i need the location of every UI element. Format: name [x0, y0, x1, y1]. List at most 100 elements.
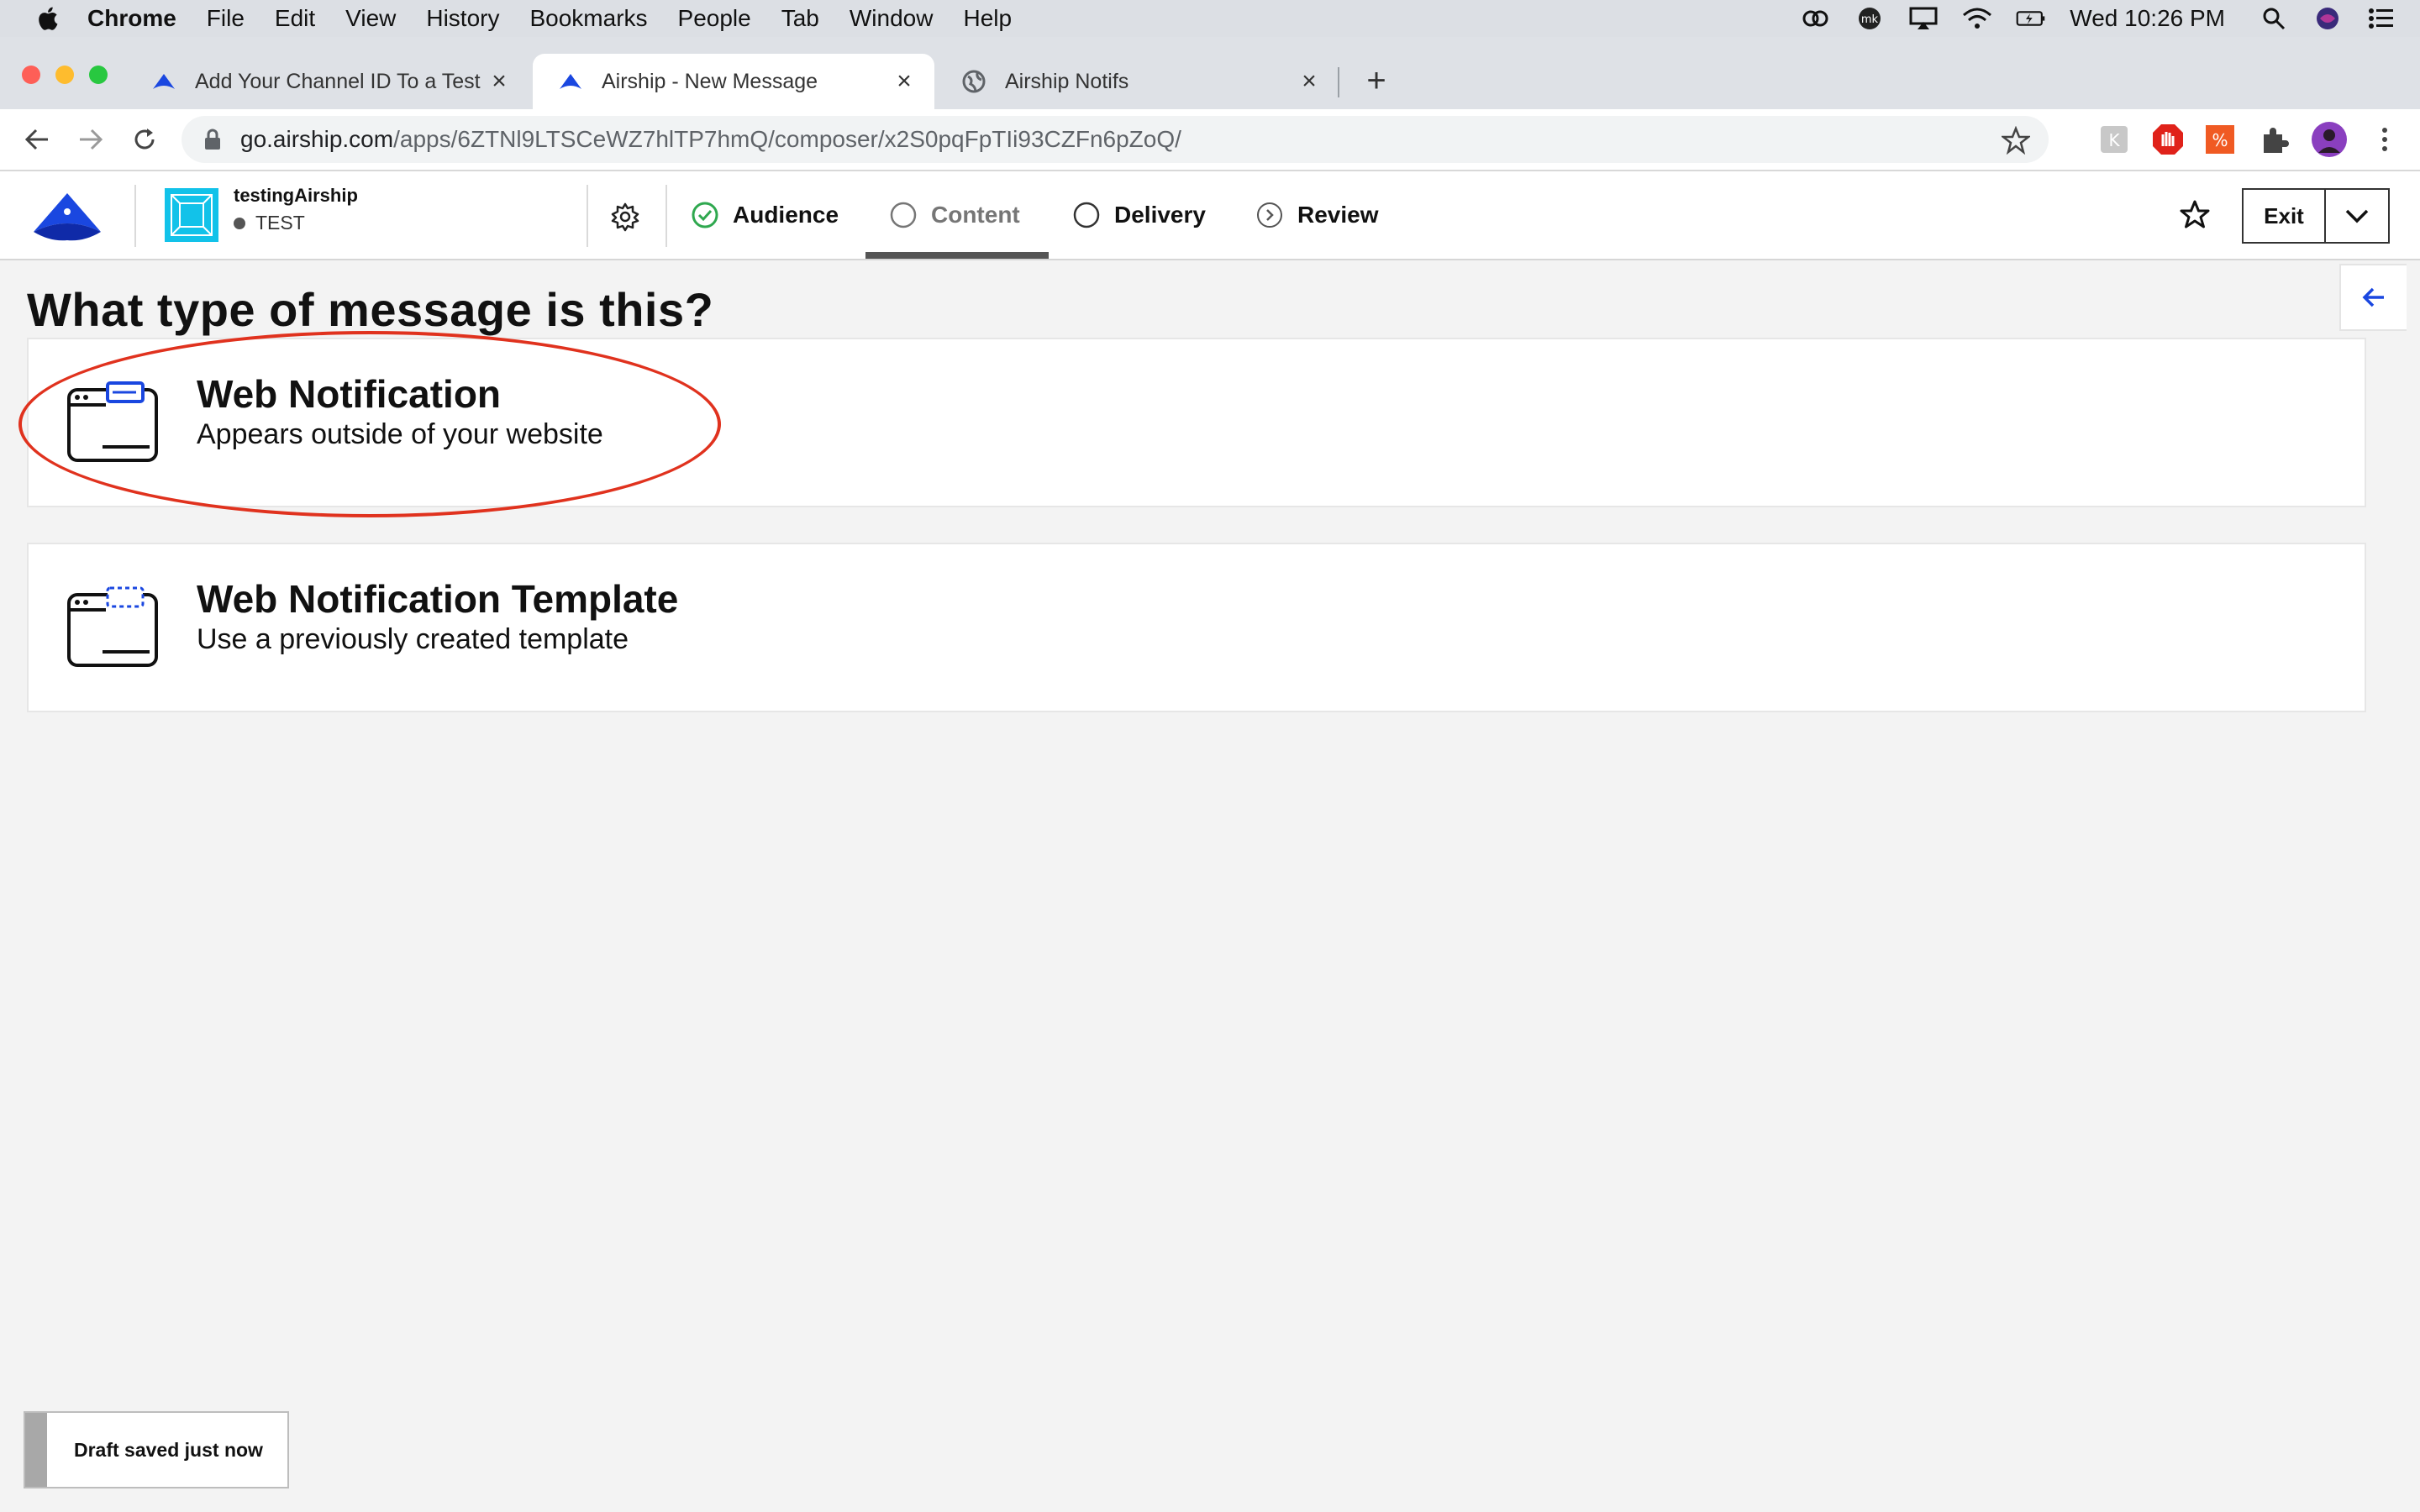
exit-button-group: Exit	[2242, 188, 2390, 244]
tab-title: Airship Notifs	[1005, 69, 1129, 93]
header-divider	[134, 185, 136, 247]
step-label: Audience	[733, 202, 839, 228]
exit-button[interactable]: Exit	[2244, 190, 2326, 242]
option-title: Web Notification Template	[197, 577, 679, 621]
battery-icon[interactable]	[2016, 6, 2046, 31]
close-icon[interactable]: ×	[892, 69, 916, 94]
current-step-indicator	[865, 252, 1049, 259]
address-bar[interactable]: go.airship.com/apps/6ZTNl9LTSCeWZ7hlTP7h…	[182, 116, 2049, 163]
globe-icon	[962, 70, 986, 93]
percent-extension-icon[interactable]: %	[2203, 123, 2237, 156]
forward-arrow-icon	[80, 129, 103, 150]
close-icon[interactable]: ×	[1297, 69, 1321, 94]
new-tab-button[interactable]: +	[1358, 62, 1395, 99]
window-zoom-button[interactable]	[89, 66, 108, 84]
window-minimize-button[interactable]	[55, 66, 74, 84]
spotlight-search-icon[interactable]	[2259, 6, 2289, 31]
extensions-puzzle-icon[interactable]	[2257, 123, 2291, 156]
app-icon[interactable]	[165, 188, 218, 242]
check-circle-icon	[692, 202, 718, 228]
mk-extension-icon[interactable]: mk	[1854, 6, 1885, 31]
step-review[interactable]: Review	[1255, 171, 1379, 259]
svg-text:mk: mk	[1861, 13, 1879, 26]
menu-help[interactable]: Help	[963, 5, 1012, 32]
favorite-star-icon[interactable]	[2178, 198, 2212, 232]
app-environment: TEST	[234, 212, 305, 234]
airship-logo-icon[interactable]	[32, 190, 103, 244]
header-divider	[666, 185, 667, 247]
annotation-ellipse	[18, 331, 721, 517]
toast-accent-bar	[25, 1413, 47, 1487]
browser-tab-strip: Add Your Channel ID To a Test × Airship …	[0, 37, 2420, 109]
browser-toolbar: go.airship.com/apps/6ZTNl9LTSCeWZ7hlTP7h…	[0, 109, 2420, 171]
page-title: What type of message is this?	[27, 283, 714, 336]
reload-icon	[134, 129, 155, 150]
exit-dropdown-button[interactable]	[2326, 190, 2388, 242]
window-close-button[interactable]	[22, 66, 40, 84]
gear-icon[interactable]	[610, 202, 640, 232]
collapse-panel-button[interactable]	[2339, 264, 2407, 331]
menu-tab[interactable]: Tab	[781, 5, 819, 32]
option-subtitle: Use a previously created template	[197, 623, 629, 655]
reload-button[interactable]	[128, 123, 161, 156]
siri-icon[interactable]	[2312, 6, 2343, 31]
menu-bookmarks[interactable]: Bookmarks	[529, 5, 647, 32]
tab-separator	[1338, 67, 1339, 97]
step-content[interactable]: Content	[889, 171, 1020, 259]
app-header: testingAirship TEST Audience Content Del…	[0, 171, 2420, 260]
menu-file[interactable]: File	[207, 5, 245, 32]
extension-k-icon[interactable]: K	[2097, 123, 2131, 156]
airship-logo-icon	[560, 74, 581, 89]
app-name[interactable]: testingAirship	[234, 185, 358, 207]
forward-button[interactable]	[74, 123, 108, 156]
step-label: Delivery	[1114, 202, 1206, 228]
chevron-circle-icon	[1257, 202, 1282, 228]
tab-add-channel-id[interactable]: Add Your Channel ID To a Test ×	[126, 54, 529, 109]
empty-circle-icon	[890, 202, 917, 228]
step-audience[interactable]: Audience	[691, 171, 839, 259]
url-host: go.airship.com	[240, 126, 394, 152]
menu-edit[interactable]: Edit	[275, 5, 315, 32]
menu-chrome[interactable]: Chrome	[87, 5, 176, 32]
airplay-icon[interactable]	[1908, 6, 1939, 31]
control-center-icon[interactable]	[2366, 6, 2396, 31]
airship-logo-icon	[153, 74, 175, 89]
env-status-dot	[234, 217, 245, 229]
chrome-menu-icon[interactable]	[2368, 123, 2402, 156]
creative-cloud-icon[interactable]	[1801, 6, 1831, 31]
tab-airship-notifs[interactable]: Airship Notifs ×	[936, 54, 1339, 109]
url-text[interactable]: go.airship.com/apps/6ZTNl9LTSCeWZ7hlTP7h…	[240, 126, 1181, 153]
chevron-down-icon	[2345, 209, 2369, 223]
menu-view[interactable]: View	[345, 5, 396, 32]
browser-template-icon	[67, 586, 158, 667]
back-button[interactable]	[20, 123, 54, 156]
svg-text:%: %	[2212, 130, 2228, 150]
url-path: /apps/6ZTNl9LTSCeWZ7hlTP7hmQ/composer/x2…	[393, 126, 1181, 152]
tab-title: Add Your Channel ID To a Test	[195, 69, 481, 93]
tab-airship-new-message[interactable]: Airship - New Message ×	[533, 54, 934, 109]
draft-saved-toast: Draft saved just now	[24, 1411, 289, 1488]
wifi-icon[interactable]	[1962, 6, 1992, 31]
menu-history[interactable]: History	[426, 5, 499, 32]
menu-window[interactable]: Window	[850, 5, 934, 32]
adblock-icon[interactable]	[2151, 123, 2185, 156]
svg-text:K: K	[2108, 130, 2120, 150]
env-label: TEST	[255, 212, 305, 234]
step-label: Review	[1297, 202, 1379, 228]
tab-title: Airship - New Message	[602, 69, 818, 93]
menubar-clock[interactable]: Wed 10:26 PM	[2070, 5, 2225, 32]
profile-avatar[interactable]	[2311, 121, 2348, 158]
menu-people[interactable]: People	[678, 5, 751, 32]
step-delivery[interactable]: Delivery	[1072, 171, 1206, 259]
arrow-left-icon	[2362, 287, 2384, 307]
bookmark-star-icon[interactable]	[2002, 126, 2030, 155]
lock-icon[interactable]	[203, 129, 222, 150]
option-web-notification-template[interactable]: Web Notification Template Use a previous…	[27, 543, 2366, 712]
empty-circle-icon	[1073, 202, 1100, 228]
close-icon[interactable]: ×	[487, 69, 511, 94]
step-label: Content	[931, 202, 1020, 228]
toast-message: Draft saved just now	[74, 1438, 263, 1461]
macos-menubar: Chrome File Edit View History Bookmarks …	[0, 0, 2420, 37]
apple-icon[interactable]	[35, 5, 59, 32]
back-arrow-icon	[24, 129, 48, 150]
